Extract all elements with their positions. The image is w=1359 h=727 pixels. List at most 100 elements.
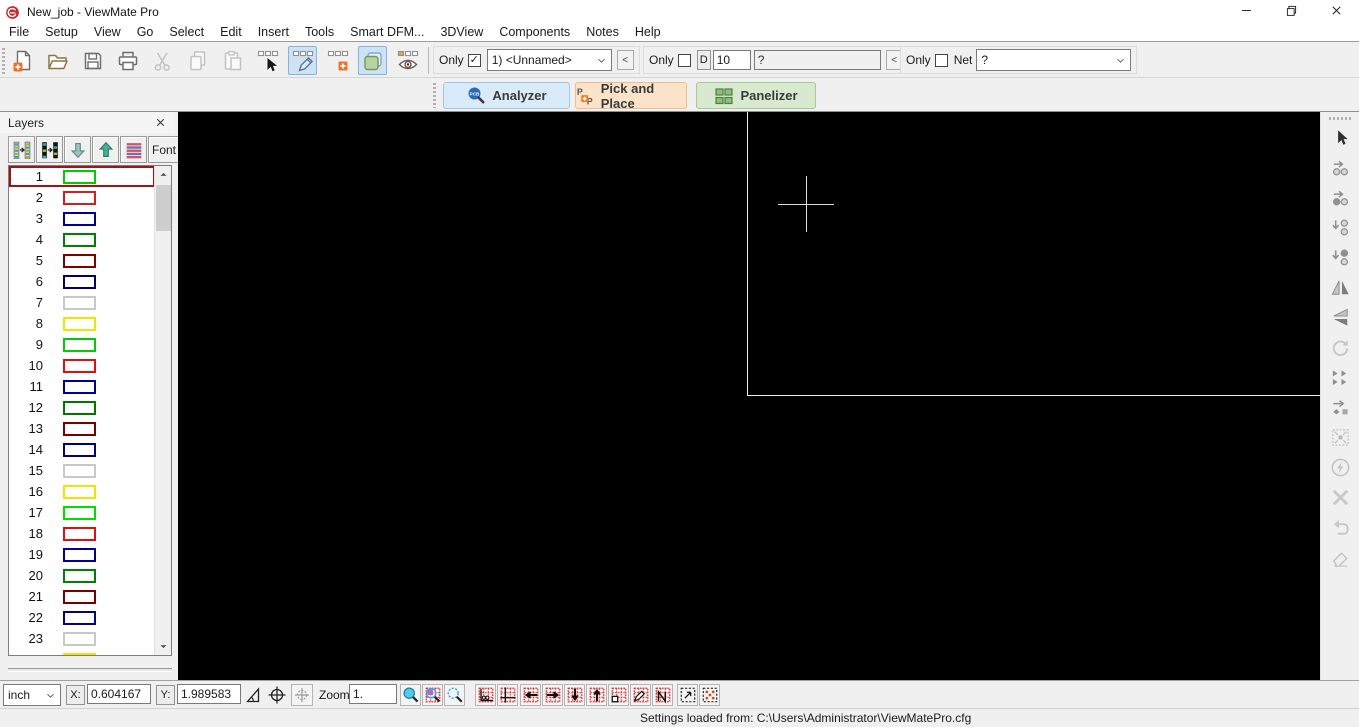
layer-color-swatch[interactable] — [63, 316, 96, 331]
fit-selection-button[interactable] — [1325, 424, 1355, 451]
zoom-selection-button[interactable] — [422, 684, 443, 706]
zoom-window-button[interactable] — [444, 684, 465, 706]
layer-remap-all-button[interactable] — [36, 136, 63, 163]
layer-row-21[interactable]: 21 — [9, 586, 155, 607]
layer-row-23[interactable]: 23 — [9, 628, 155, 649]
scroll-up-icon[interactable] — [155, 166, 171, 183]
toolbar-grip[interactable] — [433, 83, 436, 108]
layer-row-22[interactable]: 22 — [9, 607, 155, 628]
layer-row-18[interactable]: 18 — [9, 523, 155, 544]
edit-tool-button[interactable] — [288, 46, 317, 75]
angle-measure-button[interactable] — [243, 684, 265, 706]
menu-item-3dview[interactable]: 3DView — [432, 24, 491, 42]
layer-move-down-button[interactable] — [64, 136, 91, 163]
only-dcode-checkbox[interactable]: ✓ — [677, 53, 691, 67]
y-coordinate-chip[interactable]: Y: — [156, 685, 175, 705]
layer-color-swatch[interactable] — [63, 484, 96, 499]
toolbar-grip[interactable] — [2, 48, 5, 74]
grid-axes-button[interactable] — [497, 684, 518, 706]
toolbar-grip[interactable] — [1329, 117, 1351, 120]
step-n-button[interactable] — [652, 684, 673, 706]
layer-color-swatch[interactable] — [63, 652, 96, 655]
layers-panel-close-button[interactable] — [154, 116, 167, 129]
scrollbar-thumb[interactable] — [156, 185, 171, 231]
zoom-input[interactable]: 1. — [349, 684, 397, 704]
layer-color-swatch[interactable] — [63, 631, 96, 646]
layer-row-3[interactable]: 3 — [9, 208, 155, 229]
layer-color-swatch[interactable] — [63, 568, 96, 583]
layer-color-swatch[interactable] — [63, 232, 96, 247]
view-items-button[interactable] — [393, 46, 422, 75]
layer-row-11[interactable]: 11 — [9, 376, 155, 397]
layer-color-swatch[interactable] — [63, 505, 96, 520]
menu-item-insert[interactable]: Insert — [250, 24, 297, 42]
layer-list-scrollbar[interactable] — [154, 166, 171, 655]
select-next-filled-button[interactable] — [1325, 184, 1355, 211]
layer-color-swatch[interactable] — [63, 253, 96, 268]
relative-origin-button[interactable] — [291, 684, 313, 706]
layer-row-10[interactable]: 10 — [9, 355, 155, 376]
layer-color-swatch[interactable] — [63, 337, 96, 352]
deselect-filled-button[interactable] — [1325, 244, 1355, 271]
origin-target-button[interactable] — [266, 684, 288, 706]
layer-row-19[interactable]: 19 — [9, 544, 155, 565]
open-button[interactable] — [43, 46, 72, 75]
move-selection-button[interactable] — [1325, 394, 1355, 421]
layer-table-button[interactable] — [120, 136, 147, 163]
layer-row-17[interactable]: 17 — [9, 502, 155, 523]
layer-row-24[interactable]: 24 — [9, 649, 155, 655]
dcode-filter-field[interactable]: ? — [753, 50, 881, 70]
font-button[interactable]: Font — [148, 136, 180, 163]
panelizer-button[interactable]: Panelizer — [696, 82, 816, 109]
save-button[interactable] — [78, 46, 107, 75]
layer-tool-button[interactable] — [358, 46, 387, 75]
layer-row-2[interactable]: 2 — [9, 187, 155, 208]
layer-row-12[interactable]: 12 — [9, 397, 155, 418]
layer-color-swatch[interactable] — [63, 169, 96, 184]
undo-button[interactable] — [1325, 514, 1355, 541]
pick-and-place-button[interactable]: PP Pick and Place — [575, 81, 687, 111]
scroll-down-icon[interactable] — [155, 638, 171, 655]
dcode-input[interactable]: 10 — [712, 50, 751, 70]
gerber-canvas[interactable] — [178, 112, 1320, 680]
eraser-button[interactable] — [1325, 544, 1355, 571]
layer-row-7[interactable]: 7 — [9, 292, 155, 313]
layer-color-swatch[interactable] — [63, 442, 96, 457]
layer-row-15[interactable]: 15 — [9, 460, 155, 481]
layer-color-swatch[interactable] — [63, 358, 96, 373]
menu-item-smart-dfm[interactable]: Smart DFM... — [342, 24, 432, 42]
layer-color-swatch[interactable] — [63, 379, 96, 394]
only-net-checkbox[interactable]: ✓ — [934, 53, 948, 67]
menu-item-notes[interactable]: Notes — [578, 24, 627, 42]
layer-row-6[interactable]: 6 — [9, 271, 155, 292]
analyzer-button[interactable]: PCB Analyzer — [443, 82, 570, 109]
layer-list-hscrollbar[interactable] — [8, 668, 172, 672]
layer-move-up-button[interactable] — [92, 136, 119, 163]
net-highlight-button[interactable] — [1325, 454, 1355, 481]
delete-button[interactable] — [1325, 484, 1355, 511]
layer-row-9[interactable]: 9 — [9, 334, 155, 355]
layer-row-14[interactable]: 14 — [9, 439, 155, 460]
layer-row-5[interactable]: 5 — [9, 250, 155, 271]
step-next-button[interactable] — [1325, 364, 1355, 391]
layer-row-13[interactable]: 13 — [9, 418, 155, 439]
dcode-chip[interactable]: D — [696, 50, 711, 70]
units-dropdown[interactable]: inch — [3, 684, 61, 706]
menu-item-go[interactable]: Go — [129, 24, 162, 42]
layer-color-swatch[interactable] — [63, 421, 96, 436]
layer-color-swatch[interactable] — [63, 190, 96, 205]
pan-left-button[interactable] — [520, 684, 541, 706]
layer-back-button[interactable]: < — [616, 50, 634, 70]
print-button[interactable] — [113, 46, 142, 75]
menu-item-view[interactable]: View — [86, 24, 129, 42]
layer-row-8[interactable]: 8 — [9, 313, 155, 334]
layer-color-swatch[interactable] — [63, 211, 96, 226]
rotate-button[interactable] — [1325, 334, 1355, 361]
net-select-dropdown[interactable]: ? — [976, 49, 1132, 71]
menu-item-tools[interactable]: Tools — [297, 24, 342, 42]
layer-color-swatch[interactable] — [63, 463, 96, 478]
highlight-window-button[interactable] — [699, 684, 720, 706]
pan-right-button[interactable] — [542, 684, 563, 706]
step-square-button[interactable] — [608, 684, 629, 706]
pan-down-button[interactable] — [564, 684, 585, 706]
